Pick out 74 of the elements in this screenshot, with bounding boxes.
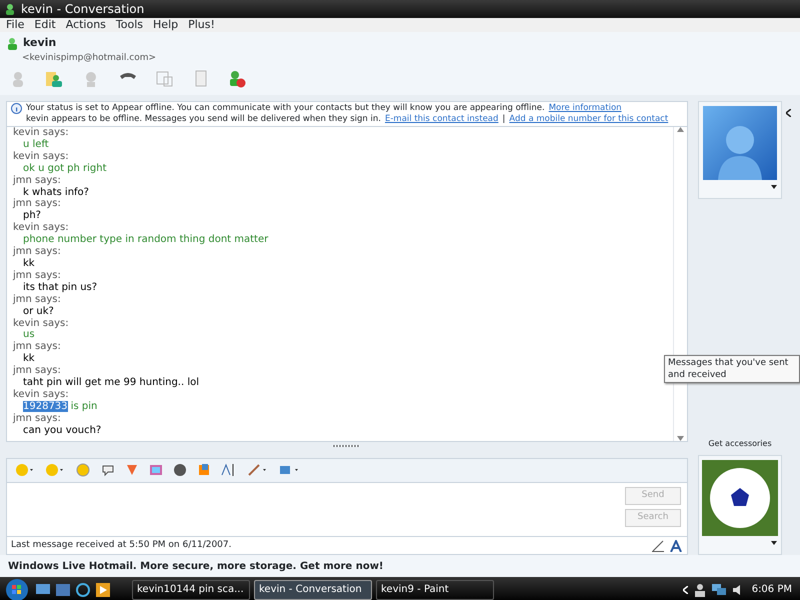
ball-icon: [708, 466, 772, 530]
message-text: kk: [23, 258, 35, 269]
background-icon[interactable]: [149, 463, 163, 478]
message-text: u left: [23, 138, 49, 150]
accessories-label[interactable]: Get accessories: [708, 438, 772, 450]
voice-clip-icon[interactable]: [101, 463, 115, 478]
offline-notice: kevin appears to be offline. Messages you send will be delivered when they sign in.: [26, 114, 381, 125]
contact-icon: [4, 3, 16, 15]
status-text: Last message received at 5:50 PM on 6/11/2007.: [11, 538, 232, 552]
dropdown-arrow-icon[interactable]: [771, 185, 777, 189]
window-switch-icon[interactable]: [56, 584, 70, 596]
pen-icon[interactable]: [651, 540, 665, 552]
email-contact-link[interactable]: E-mail this contact instead: [384, 114, 498, 125]
status-notice: Your status is set to Appear offline. You can communicate with your contacts but they will know you are appearing offline.: [26, 103, 545, 114]
contact-name: kevin: [23, 35, 56, 51]
taskbar-button[interactable]: kevin - Conversation: [254, 580, 372, 600]
message-text: us: [23, 329, 35, 340]
sender-label: jmn says:: [13, 270, 62, 282]
message-text: kk: [23, 353, 35, 364]
nudge-icon[interactable]: [75, 463, 91, 478]
menu-item[interactable]: Plus!: [188, 16, 215, 34]
sender-label: jmn says:: [13, 341, 62, 353]
more-information-link[interactable]: More information: [548, 103, 622, 114]
dropdown-arrow-icon[interactable]: [771, 541, 777, 545]
message-text: can you vouch?: [23, 424, 102, 436]
menu-item[interactable]: Actions: [66, 16, 106, 34]
selected-text: 1928733: [23, 400, 68, 412]
sender-label: kevin says:: [13, 127, 70, 139]
sender-label: kevin says:: [13, 222, 70, 234]
clock: 6:06 PM: [752, 583, 792, 597]
sender-label: jmn says:: [13, 174, 62, 187]
sender-label: kevin says:: [13, 388, 70, 401]
info-icon: [11, 103, 22, 114]
menu-item[interactable]: Help: [153, 16, 178, 34]
sender-label: kevin says:: [13, 150, 70, 163]
message-text: is pin: [70, 400, 98, 412]
network-icon[interactable]: [712, 584, 726, 596]
brush-icon[interactable]: [247, 463, 269, 478]
link-separator: |: [502, 114, 506, 125]
desktop-icon[interactable]: [36, 584, 50, 596]
contact-icon: [6, 36, 19, 50]
browser-icon[interactable]: [76, 582, 90, 596]
message-text: its that pin us?: [23, 282, 98, 293]
message-text: phone number type in random thing dont matter: [23, 234, 268, 246]
message-text: or uk?: [23, 306, 54, 317]
contacts-icon[interactable]: [46, 70, 64, 88]
contact-email: <kevinispimp@hotmail.com>: [21, 52, 158, 64]
person-icon[interactable]: [694, 582, 706, 596]
disc-icon[interactable]: [173, 463, 187, 478]
media-player-icon[interactable]: [96, 582, 110, 596]
font-icon[interactable]: [669, 540, 683, 552]
sender-label: jmn says:: [13, 365, 62, 377]
menu-item[interactable]: Tools: [116, 16, 144, 34]
taskbar-button[interactable]: kevin9 - Paint: [376, 580, 494, 600]
message-text: taht pin will get me 99 hunting.. lol: [23, 377, 200, 388]
message-text: ok u got ph right: [23, 162, 107, 174]
sender-label: jmn says:: [13, 246, 62, 258]
block-icon[interactable]: [228, 70, 246, 88]
tooltip: Messages that you've sent and received: [664, 355, 800, 383]
sender-label: kevin says:: [13, 318, 70, 330]
taskbar-button[interactable]: kevin10144 pin sca...: [132, 580, 250, 600]
hotmail-ad[interactable]: Windows Live Hotmail. More secure, more storage. Get more now!: [0, 555, 800, 577]
window-title: kevin - Conversation: [21, 1, 144, 18]
message-text: k whats info?: [23, 186, 89, 198]
resize-handle[interactable]: [333, 445, 361, 448]
menu-item[interactable]: File: [6, 16, 24, 34]
sender-label: jmn says:: [13, 412, 62, 425]
start-button[interactable]: [4, 578, 30, 600]
message-text: ph?: [23, 210, 41, 222]
menu-item[interactable]: Edit: [34, 16, 56, 34]
sender-label: jmn says:: [13, 294, 62, 306]
sender-label: jmn says:: [13, 198, 62, 210]
scroll-down-icon[interactable]: [677, 436, 684, 442]
add-mobile-link[interactable]: Add a mobile number for this contact: [509, 114, 668, 125]
